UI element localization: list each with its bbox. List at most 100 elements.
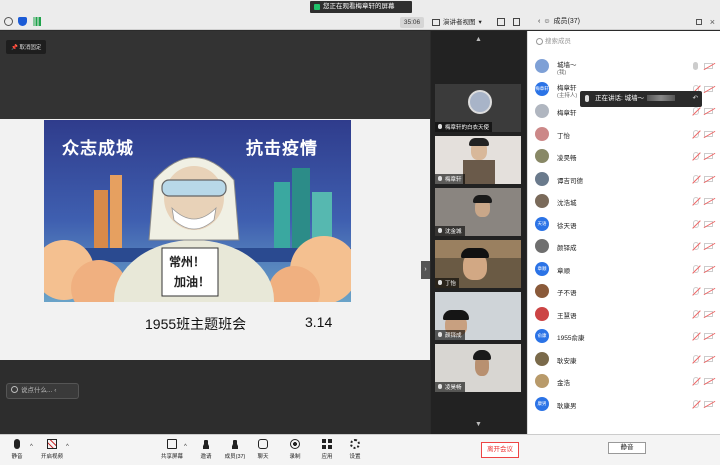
video-tile[interactable]: 颜铎成: [435, 292, 521, 340]
member-row[interactable]: 金浩: [528, 373, 720, 391]
member-row[interactable]: 城墙～ (我): [528, 58, 720, 76]
mic-muted-icon[interactable]: [693, 197, 699, 205]
member-search-input[interactable]: 搜索成员: [534, 35, 714, 48]
mute-all-button[interactable]: 静音: [608, 442, 646, 454]
gear-icon: [350, 439, 360, 449]
camera-off-icon[interactable]: [704, 378, 713, 384]
video-tile[interactable]: 梅章轩的白衣天使: [435, 84, 521, 132]
signal-icon[interactable]: [32, 17, 41, 26]
avatar: 俞康: [535, 329, 549, 343]
security-shield-icon[interactable]: [18, 17, 27, 26]
camera-off-icon[interactable]: [704, 265, 713, 272]
camera-off-icon[interactable]: [704, 198, 713, 204]
video-tile[interactable]: 凌昊畅: [435, 344, 521, 392]
member-row[interactable]: 凌昊畅: [528, 148, 720, 166]
leave-meeting-button[interactable]: 离开会议: [481, 442, 519, 458]
member-name: 王慧语: [557, 312, 577, 320]
poster-headline-left: 众志成城: [62, 139, 134, 158]
chevron-up-icon[interactable]: ^: [184, 444, 187, 450]
mic-muted-icon[interactable]: [693, 264, 699, 273]
camera-off-icon[interactable]: [704, 85, 713, 92]
chevron-up-icon[interactable]: ^: [30, 444, 33, 450]
camera-off-icon[interactable]: [704, 130, 713, 137]
member-row[interactable]: 沈浩城: [528, 193, 720, 211]
mic-muted-icon[interactable]: [693, 377, 699, 385]
camera-off-icon[interactable]: [704, 243, 713, 249]
camera-off-icon[interactable]: [704, 108, 713, 114]
member-row[interactable]: 天语 徐天语: [528, 216, 720, 234]
camera-off-icon[interactable]: [704, 333, 713, 339]
mic-muted-icon[interactable]: [693, 309, 699, 318]
camera-off-icon[interactable]: [704, 288, 713, 294]
camera-off-icon[interactable]: [704, 175, 713, 182]
info-icon[interactable]: [4, 17, 13, 26]
close-icon[interactable]: ×: [710, 16, 715, 28]
video-tile[interactable]: 丁怡: [435, 240, 521, 288]
mic-icon[interactable]: [693, 62, 698, 70]
member-row[interactable]: 谭吉司德: [528, 171, 720, 189]
invite-icon: [201, 439, 211, 449]
camera-off-icon[interactable]: [704, 63, 713, 69]
avatar: [535, 126, 549, 141]
camera-off-icon[interactable]: [704, 310, 713, 317]
avatar: [535, 374, 549, 388]
camera-off-icon[interactable]: [704, 220, 713, 227]
chevron-up-icon[interactable]: ^: [66, 444, 69, 450]
video-button[interactable]: 开启视频: [35, 439, 69, 460]
member-row[interactable]: 子不语: [528, 283, 720, 301]
view-mode-dropdown[interactable]: 演讲者视图 ▾: [432, 17, 482, 28]
member-row[interactable]: 康男 耿康男: [528, 396, 720, 414]
mic-muted-icon[interactable]: [693, 219, 699, 228]
member-row[interactable]: 颜铎成: [528, 238, 720, 256]
bottom-toolbar: 静音 ^ 开启视频 ^ 共享屏幕 ^ 邀请 成员(37) 聊天 录制 应用 设置…: [0, 434, 527, 465]
video-tile[interactable]: 沈金城: [435, 188, 521, 236]
mute-button[interactable]: 静音: [0, 439, 34, 460]
mic-muted-icon[interactable]: [693, 287, 699, 295]
chevron-left-icon[interactable]: ‹: [538, 16, 540, 28]
chevron-up-icon[interactable]: ▲: [431, 36, 526, 43]
member-row[interactable]: 王慧语: [528, 306, 720, 324]
member-name: 凌昊畅: [557, 155, 577, 162]
unpin-button[interactable]: 📌 取消固定: [6, 40, 47, 54]
member-name: 徐天语: [557, 222, 577, 230]
poster-sign-line2: 加油！: [174, 275, 211, 289]
avatar: [535, 194, 549, 208]
window-icon[interactable]: [513, 18, 520, 26]
avatar: 章顺: [535, 261, 549, 276]
member-row[interactable]: 俞康 1955俞康: [528, 328, 720, 346]
member-row[interactable]: 丁怡: [528, 126, 720, 144]
camera-off-icon[interactable]: [704, 355, 713, 362]
avatar: 天语: [535, 216, 549, 231]
mic-muted-icon[interactable]: [693, 332, 699, 340]
members-panel-header: ‹ ☺ 成员(37): [538, 16, 580, 28]
mic-icon: [14, 439, 20, 449]
video-tile[interactable]: 梅章轩: [435, 136, 521, 184]
collapse-gallery-toggle[interactable]: ›: [421, 261, 430, 279]
slide-caption: 1955班主题班会: [145, 316, 247, 332]
speaking-indicator: 正在讲话: 城墙～ ↶: [580, 91, 702, 107]
member-name: 耿康男: [557, 402, 577, 410]
camera-off-icon[interactable]: [704, 153, 713, 159]
camera-off-icon[interactable]: [704, 400, 713, 407]
settings-button[interactable]: 设置: [338, 439, 372, 460]
return-icon[interactable]: ↶: [693, 91, 698, 107]
member-row[interactable]: 章顺 章顺: [528, 261, 720, 279]
mic-muted-icon[interactable]: [693, 129, 699, 138]
mic-muted-icon[interactable]: [693, 107, 699, 115]
chat-input[interactable]: 说点什么... ‹: [6, 383, 79, 399]
chat-button[interactable]: 聊天: [246, 439, 280, 460]
emoji-icon[interactable]: [11, 386, 18, 393]
mic-muted-icon[interactable]: [693, 242, 699, 250]
member-row[interactable]: 耿安康: [528, 351, 720, 369]
record-button[interactable]: 录制: [278, 439, 312, 460]
mic-muted-icon[interactable]: [693, 354, 699, 363]
shared-slide: 众志成城 抗击疫情 常州！ 加油！ 1955班主题班会 3.14: [0, 119, 430, 360]
chevron-down-icon[interactable]: ▼: [431, 421, 526, 428]
fullscreen-icon[interactable]: [497, 18, 505, 26]
mic-muted-icon[interactable]: [693, 399, 699, 408]
mic-muted-icon[interactable]: [693, 174, 699, 183]
member-name: 谭吉司德: [557, 177, 583, 185]
popout-icon[interactable]: [696, 19, 702, 25]
mic-muted-icon[interactable]: [693, 152, 699, 160]
member-name: 丁怡: [557, 132, 570, 140]
